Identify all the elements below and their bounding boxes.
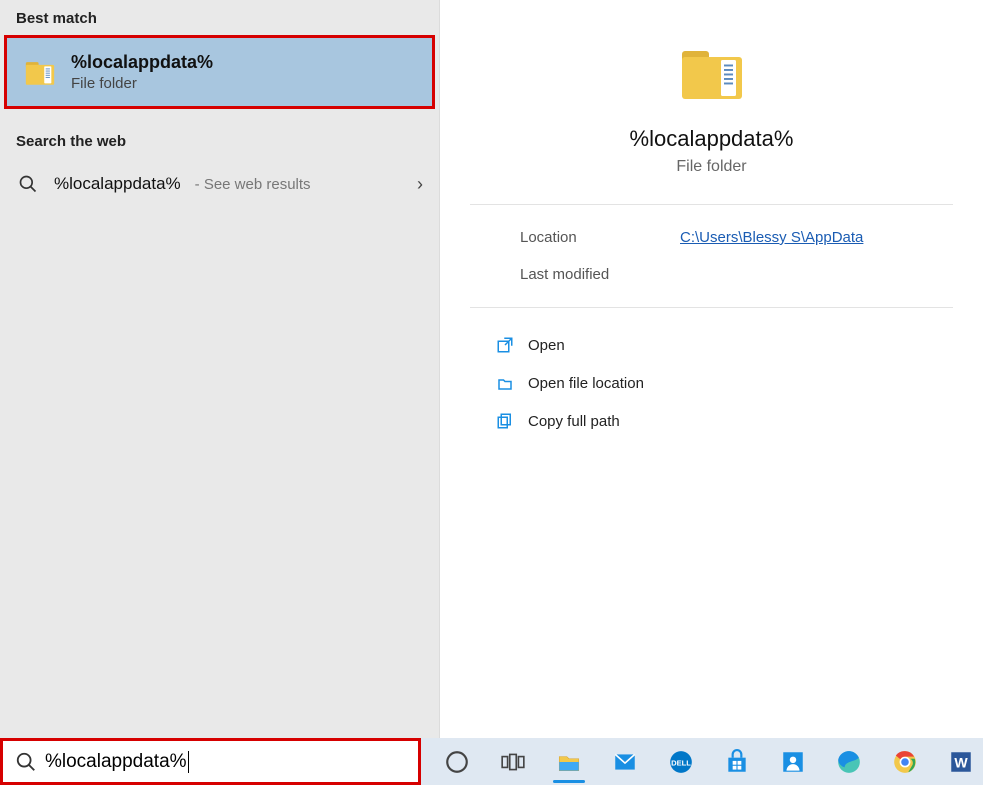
- action-open-location[interactable]: Open file location: [490, 364, 953, 402]
- taskbar: %localappdata% DELL W: [0, 738, 983, 785]
- meta-location-row: Location C:\Users\Blessy S\AppData: [520, 229, 923, 246]
- best-match-name: %localappdata%: [71, 52, 213, 73]
- svg-text:DELL: DELL: [671, 758, 691, 767]
- best-match-result[interactable]: %localappdata% File folder: [4, 35, 435, 109]
- best-match-text: %localappdata% File folder: [71, 52, 213, 92]
- folder-icon-large: [676, 36, 748, 108]
- action-open-location-label: Open file location: [528, 375, 644, 392]
- cortana-icon[interactable]: [435, 738, 479, 785]
- web-result-row[interactable]: %localappdata% - See web results ›: [0, 162, 439, 206]
- dell-icon[interactable]: DELL: [659, 738, 703, 785]
- actions-section: Open Open file location Copy full path: [440, 308, 983, 458]
- copy-icon: [496, 412, 514, 430]
- svg-text:W: W: [954, 754, 968, 770]
- best-match-header: Best match: [0, 0, 439, 35]
- metadata-section: Location C:\Users\Blessy S\AppData Last …: [470, 205, 953, 308]
- preview-panel: %localappdata% File folder Location C:\U…: [440, 0, 983, 738]
- action-open[interactable]: Open: [490, 326, 953, 364]
- meta-modified-row: Last modified: [520, 266, 923, 283]
- meta-modified-key: Last modified: [520, 266, 620, 283]
- word-icon[interactable]: W: [939, 738, 983, 785]
- open-icon: [496, 336, 514, 354]
- meta-location-value[interactable]: C:\Users\Blessy S\AppData: [680, 229, 863, 246]
- web-result-label: %localappdata%: [54, 174, 181, 194]
- store-icon[interactable]: [715, 738, 759, 785]
- web-header: Search the web: [0, 123, 439, 158]
- preview-title: %localappdata%: [630, 126, 794, 152]
- mail-icon[interactable]: [603, 738, 647, 785]
- preview-subtitle: File folder: [676, 158, 746, 176]
- action-copy-path[interactable]: Copy full path: [490, 402, 953, 440]
- preview-header: %localappdata% File folder: [470, 0, 953, 205]
- taskbar-icons: DELL W: [435, 738, 983, 785]
- folder-icon: [23, 55, 57, 89]
- best-match-type: File folder: [71, 75, 213, 92]
- chevron-right-icon: ›: [417, 174, 423, 195]
- chrome-icon[interactable]: [883, 738, 927, 785]
- meta-location-key: Location: [520, 229, 620, 246]
- taskview-icon[interactable]: [491, 738, 535, 785]
- people-icon[interactable]: [771, 738, 815, 785]
- action-open-label: Open: [528, 337, 565, 354]
- web-result-hint: - See web results: [195, 176, 311, 193]
- open-location-icon: [496, 374, 514, 392]
- action-copy-path-label: Copy full path: [528, 413, 620, 430]
- taskbar-search[interactable]: %localappdata%: [0, 738, 421, 785]
- edge-icon[interactable]: [827, 738, 871, 785]
- search-results-panel: Best match %localappdata% File folder Se…: [0, 0, 440, 738]
- file-explorer-icon[interactable]: [547, 738, 591, 785]
- search-icon: [16, 172, 40, 196]
